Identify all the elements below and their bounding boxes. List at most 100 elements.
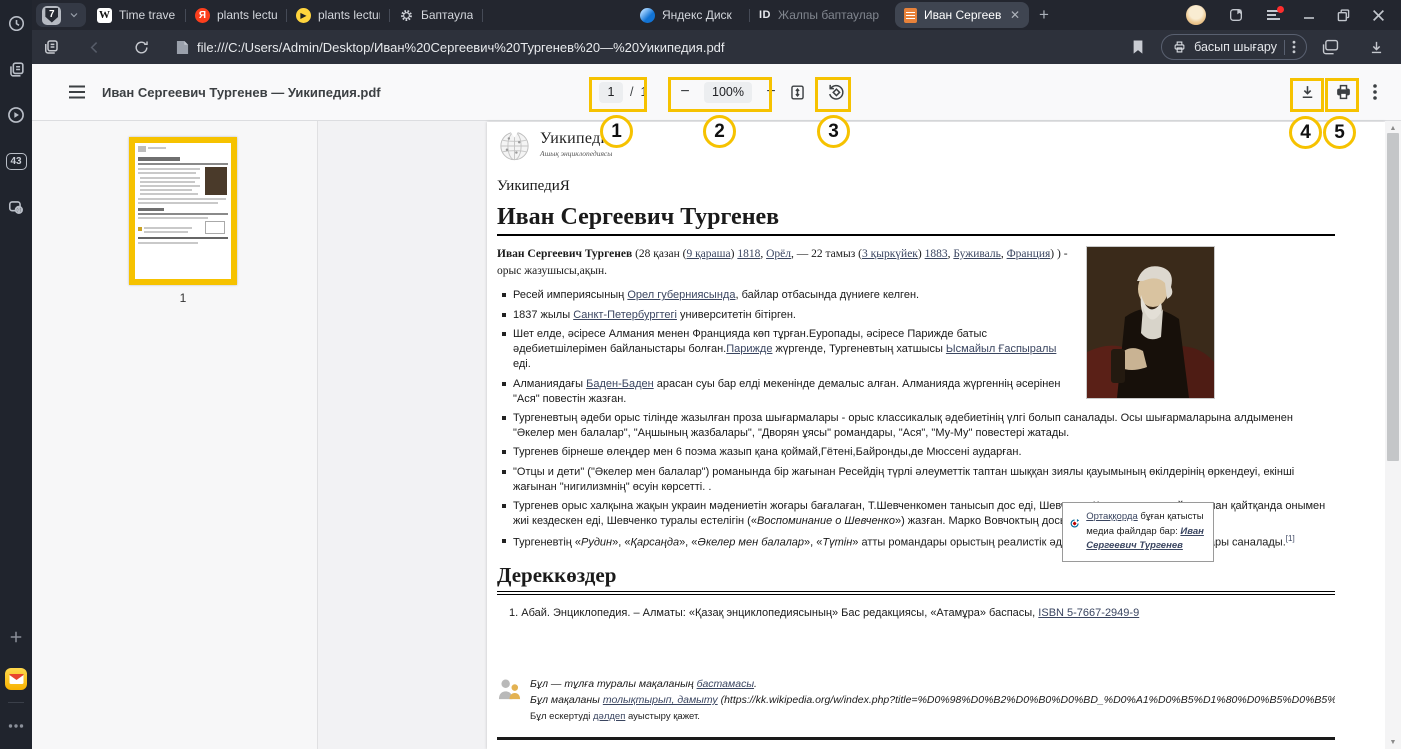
tab-time-travel[interactable]: W Time travel - Wikip xyxy=(88,0,185,30)
inline-link[interactable]: ISBN 5-7667-2949-9 xyxy=(1038,607,1139,619)
yandex-mail-icon[interactable] xyxy=(0,662,32,696)
all-tabs-icon[interactable] xyxy=(42,38,60,56)
video-favicon: ▶ xyxy=(296,8,311,23)
tab-plants-lecture-video[interactable]: ▶ plants lecture: 2 ть xyxy=(287,0,389,30)
text-segment: Рудин xyxy=(581,536,612,548)
profile-avatar[interactable] xyxy=(1186,5,1206,25)
notification-dot xyxy=(1277,6,1284,13)
tab-counter[interactable]: 7 xyxy=(36,3,86,27)
page-thumbnail[interactable] xyxy=(129,137,237,285)
tab-counter-shield: 7 xyxy=(42,6,61,25)
inline-link[interactable]: Ортаққорда xyxy=(1086,511,1137,522)
annotation-box-3 xyxy=(815,77,851,112)
list-item: Алманиядағы Баден-Баден арасан суы бар е… xyxy=(513,377,1335,407)
inline-link[interactable]: бастамасы xyxy=(697,678,754,690)
new-tab-button[interactable]: + xyxy=(1031,5,1057,25)
thumbnail-panel: 1 xyxy=(32,121,318,749)
download-icon[interactable] xyxy=(1368,39,1385,56)
tab-active-pdf[interactable]: Иван Сергееви ✕ xyxy=(895,2,1029,28)
scroll-down-arrow[interactable]: ▼ xyxy=(1385,735,1401,749)
add-widget-icon[interactable] xyxy=(0,620,32,654)
inline-link[interactable]: Баден-Баден xyxy=(586,378,654,390)
vertical-scrollbar[interactable]: ▲ ▼ xyxy=(1385,121,1401,749)
inline-link[interactable]: Орел губерниясында xyxy=(627,289,735,301)
thumb-line xyxy=(140,177,200,179)
annotation-number-4: 4 xyxy=(1289,116,1322,149)
side-panel-icon[interactable] xyxy=(1228,7,1244,23)
video-player-icon[interactable] xyxy=(0,98,32,132)
print-more-icon[interactable] xyxy=(1292,40,1296,54)
close-window-button[interactable] xyxy=(1372,9,1385,22)
inline-link[interactable]: Парижде xyxy=(726,343,772,355)
thumb-rule xyxy=(138,163,228,165)
article-title: Иван Сергеевич Тургенев xyxy=(497,204,1335,236)
text-segment: 1. Абай. Энциклопедия. – Алматы: «Қазақ … xyxy=(509,607,1038,619)
reload-icon[interactable] xyxy=(133,39,150,56)
gear-icon xyxy=(399,8,414,23)
thumb-line xyxy=(138,242,198,244)
inline-link[interactable]: 1818 xyxy=(737,248,760,260)
annotation-number-3: 3 xyxy=(817,115,850,148)
inline-link[interactable]: 3 қыркүйек xyxy=(862,248,918,260)
text-segment: », « xyxy=(804,536,822,548)
thumb-line xyxy=(138,198,226,200)
url-text[interactable]: file:///C:/Users/Admin/Desktop/Иван%20Се… xyxy=(197,40,1131,55)
text-segment: , байлар отбасында дүниеге келген. xyxy=(735,289,919,301)
menu-icon[interactable] xyxy=(1266,9,1281,21)
text-segment: университетін бітірген. xyxy=(677,309,796,321)
pill-divider xyxy=(1284,40,1285,55)
reference-item: 1. Абай. Энциклопедия. – Алматы: «Қазақ … xyxy=(497,607,1335,619)
site-name-line: УикипедиЯ xyxy=(497,178,1335,195)
text-segment: Қарсаңда xyxy=(630,536,679,548)
fit-to-page-button[interactable] xyxy=(788,64,807,120)
history-icon[interactable] xyxy=(0,6,32,40)
more-options-icon[interactable] xyxy=(0,709,32,743)
tab-count-badge[interactable]: 43 xyxy=(0,144,32,178)
thumb-line xyxy=(138,172,196,174)
thumb-stub-icon xyxy=(138,227,142,231)
restore-window-button[interactable] xyxy=(1337,9,1350,22)
annotation-number-2: 2 xyxy=(703,115,736,148)
tab-yandex-disk[interactable]: Яндекс Диск xyxy=(631,0,749,30)
inline-link[interactable]: Орёл xyxy=(766,248,791,260)
inline-link[interactable]: дәлдеп xyxy=(593,711,625,722)
annotation-box-1 xyxy=(589,77,647,112)
text-segment: Тургенев бірнеше өлеңдер мен 6 поэма жаз… xyxy=(513,446,1022,458)
thumb-line xyxy=(148,147,166,149)
collections-icon[interactable] xyxy=(1321,39,1340,56)
minimize-button[interactable] xyxy=(1303,9,1315,21)
inline-link[interactable]: 9 қараша xyxy=(686,248,730,260)
chevron-down-icon[interactable] xyxy=(68,9,80,21)
inline-link[interactable]: толықтырып, дамыту xyxy=(603,694,718,706)
back-icon[interactable] xyxy=(86,39,103,56)
inline-link[interactable]: [1] xyxy=(1286,534,1295,543)
text-segment: Әкелер мен балалар xyxy=(697,536,804,548)
text-segment: Бұл мақаланы xyxy=(530,694,603,706)
inline-link[interactable]: Ысмайыл Ғаспыралы xyxy=(946,343,1056,355)
list-item: Шет елде, әсіресе Алмания менен Францияд… xyxy=(513,327,1335,372)
pdf-menu-icon[interactable] xyxy=(68,64,86,120)
thumb-rule xyxy=(138,213,228,215)
text-segment: », « xyxy=(612,536,630,548)
inline-link[interactable]: Санкт-Петербургтегі xyxy=(573,309,677,321)
text-segment: жүргенде, Тургеневтың хатшысы xyxy=(772,343,945,355)
annotation-box-4 xyxy=(1290,78,1324,112)
inline-link[interactable]: Буживаль xyxy=(953,248,1000,260)
tabs-panel-icon[interactable] xyxy=(0,52,32,86)
scrollbar-thumb[interactable] xyxy=(1387,133,1399,461)
tab-settings[interactable]: Баптаулар xyxy=(390,0,482,30)
thumbnail-page-label: 1 xyxy=(129,291,237,305)
print-page-button[interactable]: басып шығару xyxy=(1161,34,1307,60)
screenshot-icon[interactable] xyxy=(0,190,32,224)
text-segment: (https://kk.wikipedia.org/w/index.php?ti… xyxy=(718,694,1335,706)
close-tab-icon[interactable]: ✕ xyxy=(1010,8,1020,22)
pdf-page: УикипедиЯ Ашық энциклопедиясы УикипедиЯ … xyxy=(487,122,1385,749)
stub-notice: Бұл — тұлға туралы мақаланың бастамасы. … xyxy=(497,677,1335,724)
bookmark-icon[interactable] xyxy=(1131,39,1145,55)
pdf-more-options-icon[interactable] xyxy=(1373,64,1377,120)
tab-plants-lecture-search[interactable]: Я plants lecture — Я xyxy=(186,0,286,30)
inline-link[interactable]: 1883 xyxy=(925,248,948,260)
inline-link[interactable]: Франция xyxy=(1007,248,1051,260)
tab-general-settings[interactable]: ID Жалпы баптаулар xyxy=(750,0,893,30)
text-segment: , — 22 тамыз ( xyxy=(791,248,862,260)
